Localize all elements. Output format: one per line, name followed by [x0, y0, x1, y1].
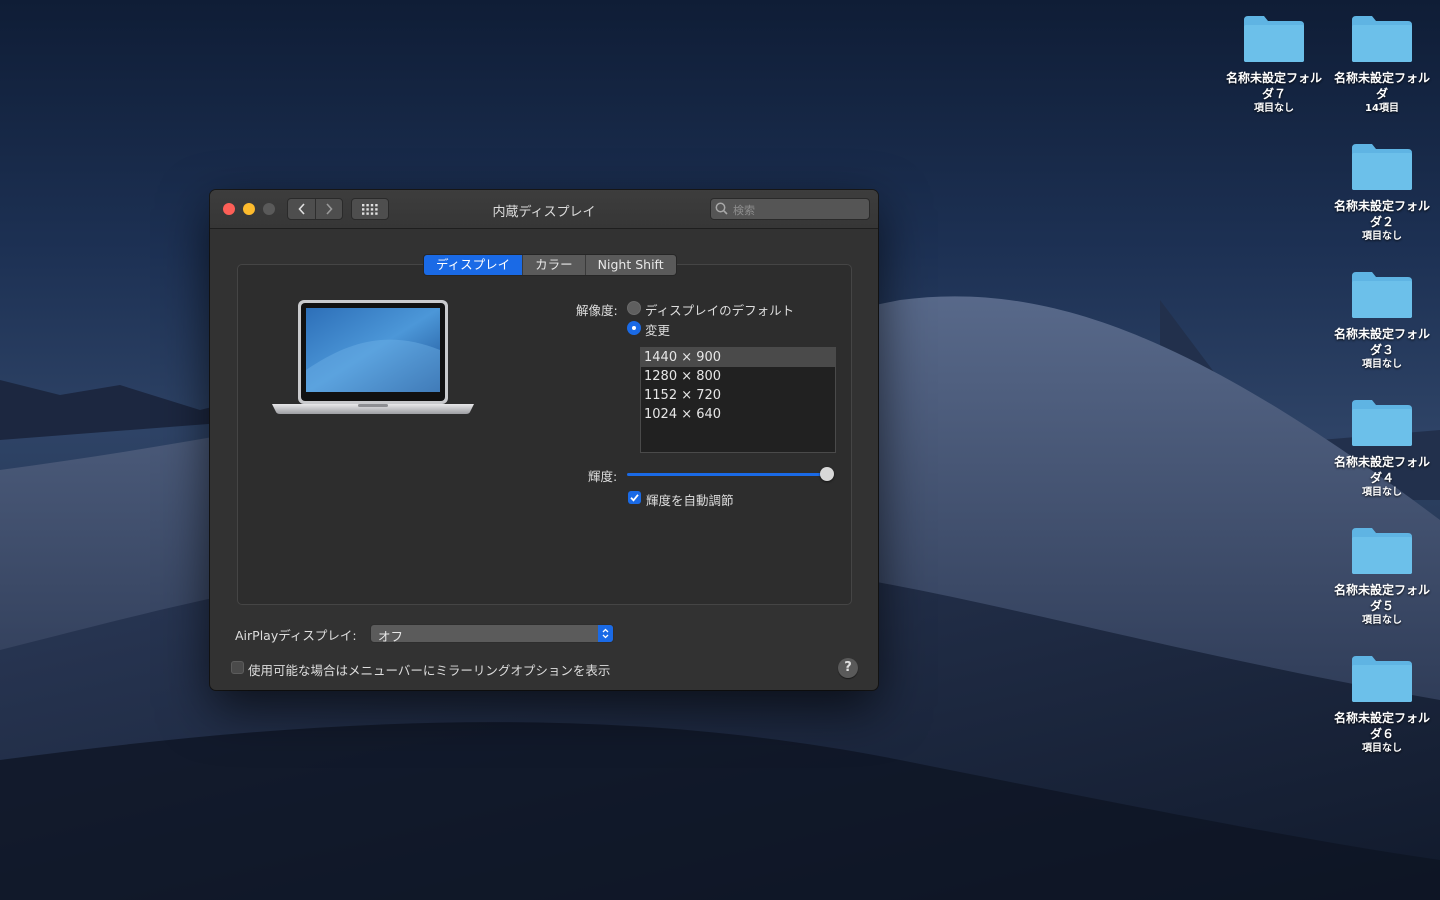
macbook-air-image [272, 300, 474, 414]
airplay-display-select[interactable]: オフ [370, 624, 614, 644]
display-preferences-window: 内蔵ディスプレイ 検索 ディスプレイ カラー Night Shift 解像度: … [210, 190, 878, 690]
tab-bar: ディスプレイ カラー Night Shift [423, 254, 677, 276]
chevron-left-icon [297, 203, 305, 215]
folder-item-count: 14項目 [1365, 103, 1399, 114]
chevron-right-icon [325, 203, 333, 215]
folder-item-count: 項目なし [1362, 231, 1402, 242]
folder-icon [1352, 16, 1412, 62]
folder-name: 名称未設定フォルダ２ [1333, 199, 1430, 229]
help-button[interactable]: ? [838, 658, 858, 678]
resolution-option[interactable]: 1024 × 640 [641, 405, 835, 424]
tab-color[interactable]: カラー [523, 255, 586, 275]
folder-icon [1244, 16, 1304, 62]
show-all-button[interactable] [351, 198, 389, 220]
desktop-folder[interactable]: 名称未設定フォルダ 14項目 [1330, 12, 1434, 116]
default-resolution-radio[interactable] [627, 301, 641, 315]
tab-night-shift[interactable]: Night Shift [585, 255, 676, 275]
folder-name: 名称未設定フォルダ４ [1333, 455, 1430, 485]
scaled-resolution-label: 変更 [645, 323, 671, 338]
folder-item-count: 項目なし [1362, 615, 1402, 626]
minimize-button[interactable] [243, 203, 255, 215]
scaled-resolution-radio[interactable] [627, 321, 641, 335]
brightness-label: 輝度: [588, 469, 618, 484]
desktop-folder-7[interactable]: 名称未設定フォルダ７ 項目なし [1222, 12, 1326, 116]
desktop-folder-5[interactable]: 名称未設定フォルダ５ 項目なし [1330, 524, 1434, 628]
resolution-option[interactable]: 1280 × 800 [641, 367, 835, 386]
folder-name: 名称未設定フォルダ [1333, 71, 1430, 101]
folder-icon [1352, 272, 1412, 318]
folder-name: 名称未設定フォルダ７ [1225, 71, 1322, 101]
search-icon [715, 202, 728, 215]
brightness-slider-knob[interactable] [820, 467, 834, 481]
up-down-chevron-icon [602, 628, 609, 639]
desktop: 名称未設定フォルダ７ 項目なし 名称未設定フォルダ 14項目 名称未設定フォルダ… [0, 0, 1440, 900]
mirroring-options-label: 使用可能な場合はメニューバーにミラーリングオプションを表示 [248, 663, 611, 678]
folder-item-count: 項目なし [1362, 487, 1402, 498]
resolution-option[interactable]: 1440 × 900 [641, 348, 835, 367]
desktop-folder-6[interactable]: 名称未設定フォルダ６ 項目なし [1330, 652, 1434, 756]
desktop-folder-4[interactable]: 名称未設定フォルダ４ 項目なし [1330, 396, 1434, 500]
grid-icon [362, 203, 378, 215]
zoom-button[interactable] [263, 203, 275, 215]
folder-icon [1352, 528, 1412, 574]
resolution-label: 解像度: [576, 303, 618, 318]
window-title: 内蔵ディスプレイ [492, 205, 596, 220]
brightness-slider-track[interactable] [627, 473, 827, 476]
folder-item-count: 項目なし [1362, 359, 1402, 370]
select-stepper [598, 625, 613, 642]
search-input[interactable]: 検索 [710, 198, 870, 220]
forward-button[interactable] [315, 199, 342, 219]
back-button[interactable] [288, 199, 316, 219]
folder-icon [1352, 656, 1412, 702]
navigation-buttons [287, 198, 343, 220]
checkmark-icon [630, 494, 639, 502]
folder-name: 名称未設定フォルダ５ [1333, 583, 1430, 613]
desktop-folder-2[interactable]: 名称未設定フォルダ２ 項目なし [1330, 140, 1434, 244]
resolution-list: 1440 × 900 1280 × 800 1152 × 720 1024 × … [640, 347, 836, 453]
folder-icon [1352, 400, 1412, 446]
mirroring-options-checkbox[interactable] [231, 661, 244, 674]
folder-name: 名称未設定フォルダ６ [1333, 711, 1430, 741]
close-button[interactable] [223, 203, 235, 215]
search-placeholder: 検索 [733, 204, 755, 217]
folder-item-count: 項目なし [1362, 743, 1402, 754]
airplay-display-value: オフ [378, 629, 404, 644]
desktop-folder-3[interactable]: 名称未設定フォルダ３ 項目なし [1330, 268, 1434, 372]
resolution-option[interactable]: 1152 × 720 [641, 386, 835, 405]
airplay-display-label: AirPlayディスプレイ: [235, 628, 357, 643]
title-bar[interactable]: 内蔵ディスプレイ 検索 [210, 190, 878, 229]
auto-brightness-checkbox[interactable] [628, 491, 641, 504]
folder-name: 名称未設定フォルダ３ [1333, 327, 1430, 357]
auto-brightness-label: 輝度を自動調節 [646, 493, 734, 508]
folder-item-count: 項目なし [1254, 103, 1294, 114]
folder-icon [1352, 144, 1412, 190]
tab-display[interactable]: ディスプレイ [424, 255, 524, 275]
default-resolution-label: ディスプレイのデフォルト [645, 303, 795, 318]
